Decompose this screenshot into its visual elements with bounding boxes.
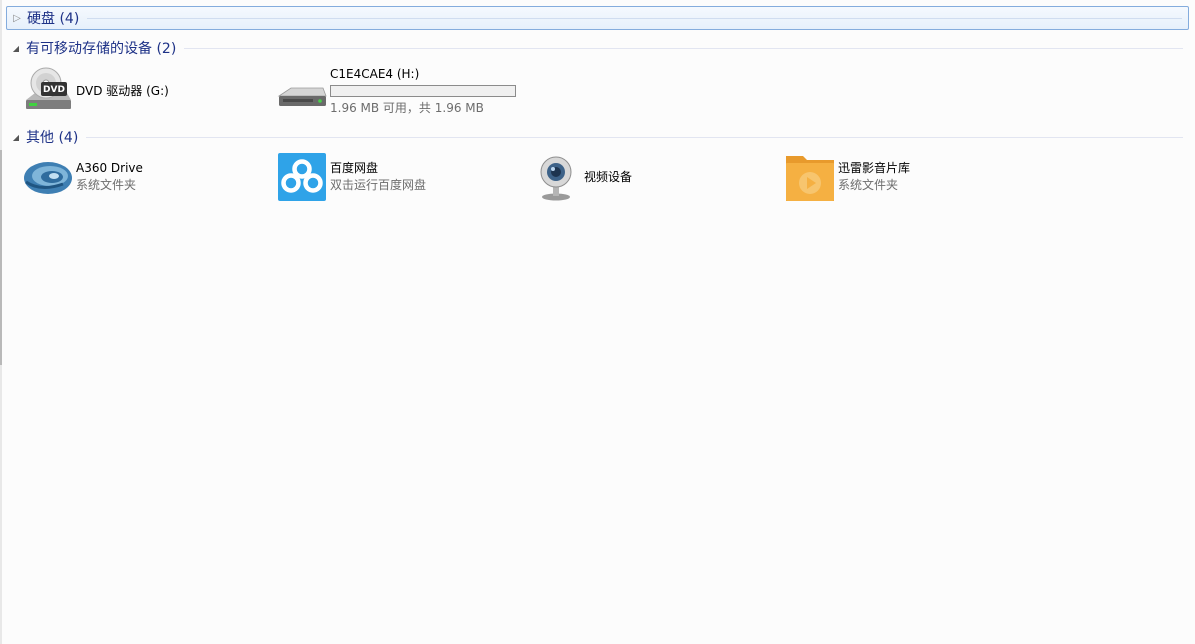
capacity-bar <box>330 84 516 97</box>
collapse-arrow-icon[interactable]: ◢ <box>9 133 23 142</box>
item-subtitle: 双击运行百度网盘 <box>330 178 427 192</box>
item-name: DVD 驱动器 (G:) <box>76 83 169 98</box>
folder-icon <box>784 151 836 203</box>
group-divider <box>86 136 1183 138</box>
baidu-netdisk-icon <box>276 151 328 203</box>
item-baidu-netdisk[interactable]: 百度网盘 双击运行百度网盘 <box>276 151 426 203</box>
item-subtitle: 系统文件夹 <box>838 178 899 192</box>
item-video-device[interactable]: 视频设备 <box>530 151 632 203</box>
item-name: 迅雷影音片库 <box>838 161 911 175</box>
capacity-text: 1.96 MB 可用，共 1.96 MB <box>330 100 484 115</box>
item-name: A360 Drive <box>76 161 143 175</box>
expand-arrow-icon[interactable]: ▷ <box>10 13 24 24</box>
left-scroll-edge <box>0 0 2 644</box>
item-dvd-drive[interactable]: DVD DVD 驱动器 (G:) <box>22 65 169 117</box>
group-title-other: 其他 (4) <box>26 130 79 146</box>
item-name: 视频设备 <box>584 169 633 184</box>
webcam-icon <box>530 151 582 203</box>
item-subtitle: 系统文件夹 <box>76 178 137 192</box>
item-a360-drive[interactable]: A360 Drive 系统文件夹 <box>22 151 143 203</box>
dvd-drive-icon: DVD <box>22 65 74 117</box>
group-title-removable: 有可移动存储的设备 (2) <box>26 41 177 57</box>
item-xunlei-library[interactable]: 迅雷影音片库 系统文件夹 <box>784 151 910 203</box>
group-divider <box>87 17 1182 19</box>
item-name: 百度网盘 <box>330 161 379 175</box>
item-usb-drive[interactable]: C1E4CAE4 (H:) 1.96 MB 可用，共 1.96 MB <box>276 65 516 117</box>
group-divider <box>184 47 1183 49</box>
group-title-hard-disk: 硬盘 (4) <box>27 11 80 27</box>
scroll-thumb[interactable] <box>0 150 2 365</box>
group-header-removable[interactable]: ◢ 有可移动存储的设备 (2) <box>6 36 1189 60</box>
group-header-hard-disk[interactable]: ▷ 硬盘 (4) <box>6 6 1189 30</box>
group-header-other[interactable]: ◢ 其他 (4) <box>6 125 1189 149</box>
usb-drive-icon <box>276 65 328 117</box>
a360-drive-icon <box>22 151 74 203</box>
collapse-arrow-icon[interactable]: ◢ <box>9 44 23 53</box>
svg-text:DVD: DVD <box>43 85 65 95</box>
item-name: C1E4CAE4 (H:) <box>330 66 420 81</box>
